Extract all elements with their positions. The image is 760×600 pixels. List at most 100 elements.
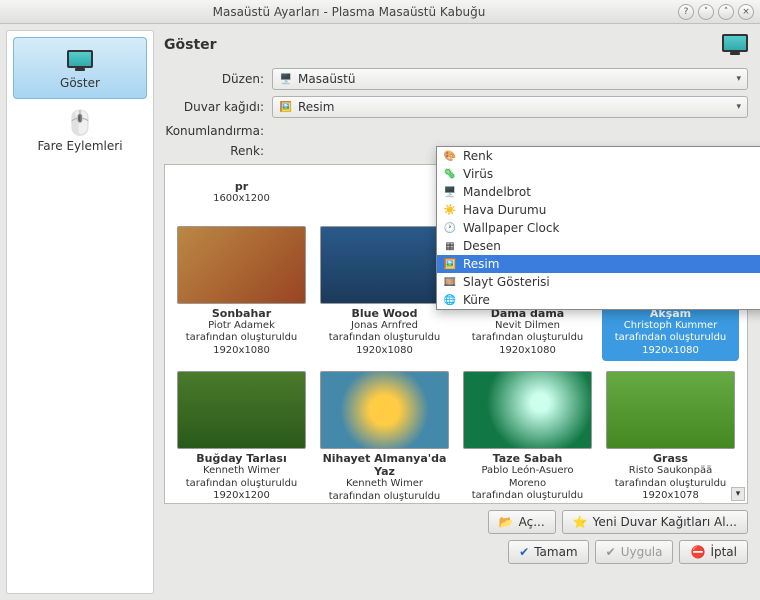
- dropdown-item[interactable]: ☀️Hava Durumu: [437, 201, 760, 219]
- thumb-title: Grass: [606, 452, 735, 465]
- thumb-resolution: 1920x1080: [320, 345, 449, 358]
- option-icon: 🖼️: [443, 257, 457, 271]
- thumb-author: Pablo León-Asuero Moreno: [463, 465, 592, 490]
- ok-button[interactable]: ✔ Tamam: [508, 540, 589, 564]
- dropdown-item[interactable]: 🎨Renk: [437, 147, 760, 165]
- dropdown-item[interactable]: ▦Desen: [437, 237, 760, 255]
- dropdown-item[interactable]: 🌐Küre: [437, 291, 760, 309]
- open-button[interactable]: 📂 Aç...: [488, 510, 556, 534]
- thumb-made-by: tarafından oluşturuldu: [463, 490, 592, 503]
- wallpaper-label: Duvar kağıdı:: [164, 100, 272, 114]
- thumb-author: Kenneth Wimer: [177, 465, 306, 478]
- option-icon: 🦠: [443, 167, 457, 181]
- minimize-button[interactable]: ˅: [698, 4, 714, 20]
- thumb-resolution: 1920x1080: [463, 503, 592, 505]
- thumbnail-image: [177, 371, 306, 449]
- download-icon: ⭐: [573, 515, 588, 529]
- apply-button[interactable]: ✔ Uygula: [595, 540, 674, 564]
- thumb-resolution: 1920x1080: [463, 345, 592, 358]
- wallpaper-thumb[interactable]: GrassRisto Saukonpäätarafından oluşturul…: [602, 367, 739, 504]
- dropdown-item[interactable]: 🎞️Slayt Gösterisi: [437, 273, 760, 291]
- thumb-resolution: 1600x1200: [177, 193, 306, 206]
- thumbnail-image: [606, 371, 735, 449]
- cancel-icon: ⛔: [690, 545, 705, 559]
- thumb-title: Taze Sabah: [463, 452, 592, 465]
- dropdown-item[interactable]: 🦠Virüs: [437, 165, 760, 183]
- close-button[interactable]: ×: [738, 4, 754, 20]
- monitor-icon: 🖥️: [279, 72, 293, 86]
- wallpaper-thumb[interactable]: SonbaharPiotr Adamektarafından oluşturul…: [173, 222, 310, 362]
- titlebar: Masaüstü Ayarları - Plasma Masaüstü Kabu…: [0, 0, 760, 24]
- folder-open-icon: 📂: [499, 515, 514, 529]
- chevron-down-icon: ▾: [736, 102, 741, 112]
- sidebar-item-label: Fare Eylemleri: [37, 139, 122, 153]
- help-button[interactable]: ?: [678, 4, 694, 20]
- positioning-label: Konumlandırma:: [164, 124, 272, 138]
- thumb-made-by: tarafından oluşturuldu: [177, 332, 306, 345]
- layout-combo[interactable]: 🖥️ Masaüstü ▾: [272, 68, 748, 90]
- thumb-resolution: 1920x1080: [606, 345, 735, 358]
- thumb-made-by: tarafından oluşturuldu: [463, 332, 592, 345]
- thumb-author: Jonas Arnfred: [320, 320, 449, 333]
- thumb-title: Buğday Tarlası: [177, 452, 306, 465]
- option-icon: 🖥️: [443, 185, 457, 199]
- wallpaper-thumb[interactable]: Taze SabahPablo León-Asuero Morenotarafı…: [459, 367, 596, 504]
- check-icon: ✔: [519, 545, 529, 559]
- option-icon: 🎨: [443, 149, 457, 163]
- option-icon: 🌐: [443, 293, 457, 307]
- chevron-down-icon: ▾: [736, 74, 741, 84]
- option-icon: 🕐: [443, 221, 457, 235]
- wallpaper-thumb[interactable]: Buğday TarlasıKenneth Wimertarafından ol…: [173, 367, 310, 504]
- wallpaper-thumb[interactable]: Nihayet Almanya'da YazKenneth Wimertaraf…: [316, 367, 453, 504]
- option-icon: ▦: [443, 239, 457, 253]
- sidebar-item-mouse-actions[interactable]: 🖱️ Fare Eylemleri: [13, 101, 147, 161]
- mouse-icon: 🖱️: [17, 109, 143, 137]
- sidebar-item-show[interactable]: Göster: [13, 37, 147, 99]
- thumbnail-image: [320, 226, 449, 304]
- option-icon: 🎞️: [443, 275, 457, 289]
- get-new-wallpapers-button[interactable]: ⭐ Yeni Duvar Kağıtları Al...: [562, 510, 748, 534]
- monitor-icon: [18, 46, 142, 74]
- layout-label: Düzen:: [164, 72, 272, 86]
- thumb-title: Blue Wood: [320, 307, 449, 320]
- thumb-resolution: 1920x1200: [177, 490, 306, 503]
- sidebar-item-label: Göster: [60, 76, 100, 90]
- dropdown-item[interactable]: 🕐Wallpaper Clock: [437, 219, 760, 237]
- dropdown-item[interactable]: 🖥️Mandelbrot: [437, 183, 760, 201]
- thumbnail-image: [463, 371, 592, 449]
- thumb-title: Nihayet Almanya'da Yaz: [320, 452, 449, 478]
- thumb-author: Piotr Adamek: [177, 320, 306, 333]
- thumb-made-by: tarafından oluşturuldu: [606, 478, 735, 491]
- thumb-author: Nevit Dilmen: [463, 320, 592, 333]
- monitor-icon: [722, 34, 748, 56]
- thumb-author: Risto Saukonpää: [606, 465, 735, 478]
- wallpaper-thumb[interactable]: pr1600x1200: [173, 173, 310, 210]
- thumb-author: Christoph Kummer: [606, 320, 735, 333]
- thumb-resolution: 1920x1200: [320, 503, 449, 504]
- maximize-button[interactable]: ˄: [718, 4, 734, 20]
- thumb-made-by: tarafından oluşturuldu: [320, 332, 449, 345]
- dropdown-item[interactable]: 🖼️Resim: [437, 255, 760, 273]
- layout-value: Masaüstü: [298, 72, 355, 86]
- thumb-made-by: tarafından oluşturuldu: [320, 491, 449, 504]
- wallpaper-combo[interactable]: 🖼️ Resim ▾: [272, 96, 748, 118]
- thumb-author: Kenneth Wimer: [320, 478, 449, 491]
- thumb-title: Sonbahar: [177, 307, 306, 320]
- wallpaper-type-dropdown: 🎨Renk🦠Virüs🖥️Mandelbrot☀️Hava Durumu🕐Wal…: [436, 146, 760, 310]
- wallpaper-value: Resim: [298, 100, 334, 114]
- thumb-made-by: tarafından oluşturuldu: [606, 332, 735, 345]
- window-title: Masaüstü Ayarları - Plasma Masaüstü Kabu…: [213, 5, 486, 19]
- wallpaper-thumb[interactable]: Blue WoodJonas Arnfredtarafından oluştur…: [316, 222, 453, 362]
- thumb-made-by: tarafından oluşturuldu: [177, 478, 306, 491]
- thumb-resolution: 1920x1078: [606, 490, 735, 503]
- scroll-down-button[interactable]: ▾: [731, 487, 745, 501]
- check-icon: ✔: [606, 545, 616, 559]
- thumbnail-image: [320, 371, 449, 449]
- color-label: Renk:: [164, 144, 272, 158]
- cancel-button[interactable]: ⛔ İptal: [679, 540, 748, 564]
- thumbnail-image: [177, 226, 306, 304]
- image-icon: 🖼️: [279, 100, 293, 114]
- thumb-resolution: 1920x1080: [177, 345, 306, 358]
- option-icon: ☀️: [443, 203, 457, 217]
- section-title: Göster: [164, 37, 217, 53]
